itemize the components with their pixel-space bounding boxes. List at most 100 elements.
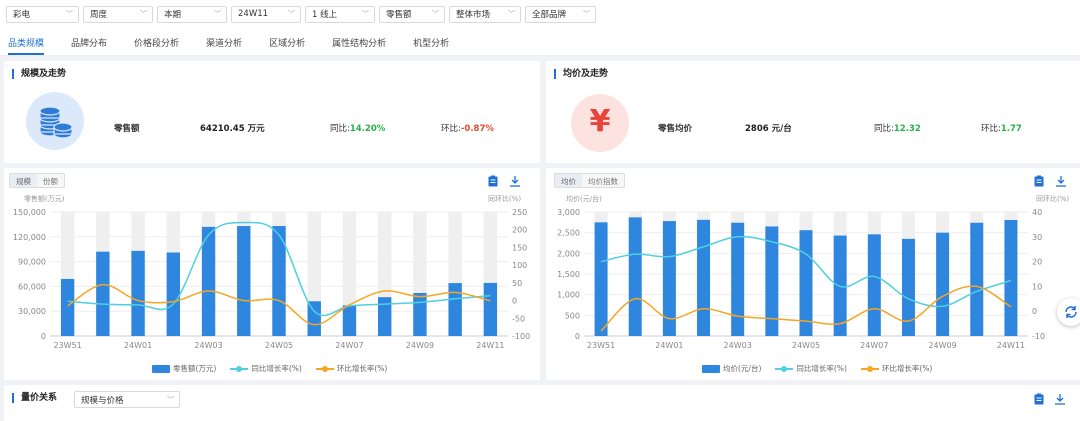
x-tick-label: 23W51 (53, 341, 81, 350)
legend-item-avg-price[interactable]: 均价(元/台) (702, 363, 761, 374)
bar[interactable] (867, 234, 881, 336)
period-type-select[interactable]: 周度 ﹀ (83, 5, 153, 23)
tab-attribute-structure[interactable]: 属性结构分析 (332, 36, 386, 55)
bar[interactable] (628, 217, 642, 336)
legend-swatch (860, 365, 879, 373)
chevron-down-icon: ﹀ (66, 10, 73, 18)
tab-region[interactable]: 区域分析 (269, 36, 305, 55)
y-tick-label: 0 (41, 332, 46, 341)
tab-price-segment[interactable]: 价格段分析 (134, 36, 179, 55)
download-icon[interactable] (1054, 393, 1066, 405)
x-tick-label: 24W05 (265, 341, 293, 350)
period-select[interactable]: 本期 ﹀ (157, 5, 227, 23)
kpi-value: 2806 元/台 (745, 124, 792, 134)
bar[interactable] (413, 293, 427, 336)
analysis-tabs: 品类规模 品牌分布 价格段分析 渠道分析 区域分析 属性结构分析 机型分析 (0, 28, 1080, 56)
price-chart: 0 500 1,000 1,500 2,000 2,500 3,000 -10 0 10 20 30 4… (557, 208, 1045, 350)
chevron-down-icon: ﹀ (288, 10, 295, 18)
price-chart-panel: 均价 均价指数 均价(元/台) 同环比(%) 0 500 1,000 1,500 2,0… (546, 168, 1080, 380)
y-tick-label: 90,000 (18, 258, 46, 267)
week-select[interactable]: 24W11 ﹀ (231, 5, 301, 23)
volume-price-panel: 量价关系 规模与价格 ﹀ (4, 385, 1080, 421)
bar[interactable] (731, 222, 745, 336)
chevron-down-icon: ﹀ (214, 10, 221, 18)
bar[interactable] (131, 250, 145, 336)
bar[interactable] (970, 222, 984, 336)
metric-select[interactable]: 零售额 ﹀ (379, 5, 445, 23)
bar[interactable] (237, 226, 251, 336)
chart-legend: 均价(元/台) 同比增长率(%) 环比增长率(%) (702, 363, 932, 374)
chevron-down-icon: ﹀ (583, 10, 590, 18)
legend-item-sales[interactable]: 零售额(万元) (152, 363, 216, 374)
chevron-down-icon: ﹀ (362, 10, 369, 18)
bar[interactable] (448, 283, 462, 336)
bar[interactable] (936, 232, 950, 336)
section-title: 量价关系 (12, 393, 57, 403)
x-tick-label: 24W03 (724, 341, 752, 350)
section-title: 均价及走势 (554, 69, 608, 79)
y2-tick-label: -100 (512, 332, 530, 341)
legend-item-yoy[interactable]: 同比增长率(%) (230, 363, 302, 374)
y2-tick-label: -50 (512, 314, 525, 323)
bar[interactable] (483, 282, 498, 336)
relation-select[interactable]: 规模与价格 ﹀ (74, 391, 180, 408)
bar[interactable] (697, 219, 711, 336)
y2-tick-label: 50 (512, 279, 522, 288)
filter-bar: 彩电 ﹀ 周度 ﹀ 本期 ﹀ 24W11 ﹀ 1 线上 ﹀ 零售额 ﹀ 整体市场 ﹀ 全部品牌… (0, 0, 1080, 28)
tab-channel[interactable]: 渠道分析 (206, 36, 242, 55)
x-tick-label: 23W51 (587, 341, 615, 350)
channel-select[interactable]: 1 线上 ﹀ (305, 5, 375, 23)
x-tick-label: 24W01 (655, 341, 683, 350)
legend-item-yoy[interactable]: 同比增长率(%) (775, 363, 847, 374)
y2-tick-label: 10 (1032, 282, 1042, 291)
scale-kpi-panel: 规模及走势 零售额 64210.45 万元 同比:14.20% 环比:-0.87… (4, 61, 540, 163)
clipboard-icon[interactable] (1033, 393, 1045, 405)
x-tick-label: 24W07 (335, 341, 363, 350)
refresh-float-button[interactable] (1057, 298, 1080, 326)
y-tick-label: 1,500 (557, 270, 580, 279)
y-tick-label: 500 (565, 311, 580, 320)
refresh-icon (1065, 306, 1077, 318)
y2-tick-label: 200 (512, 226, 527, 235)
bar[interactable] (1004, 220, 1018, 336)
y-tick-label: 1,000 (557, 291, 580, 300)
x-tick-label: 24W09 (406, 341, 434, 350)
y2-tick-label: 0 (512, 297, 517, 306)
bar[interactable] (307, 301, 321, 336)
y2-tick-label: 40 (1032, 208, 1042, 217)
scale-chart-panel: 规模 份额 零售额(万元) 同环比(%) 0 30,000 60,000 90,000… (4, 168, 540, 380)
y2-tick-label: 20 (1032, 258, 1042, 267)
bar[interactable] (377, 297, 392, 336)
bar[interactable] (60, 278, 75, 336)
legend-item-mom[interactable]: 环比增长率(%) (860, 363, 932, 374)
chevron-down-icon: ﹀ (508, 10, 515, 18)
legend-swatch (702, 364, 720, 373)
y-tick-label: 150,000 (13, 208, 46, 217)
y-tick-label: 3,000 (557, 208, 580, 217)
section-title: 规模及走势 (12, 69, 66, 79)
y-tick-label: 2,000 (557, 249, 580, 258)
brand-select[interactable]: 全部品牌 ﹀ (525, 5, 596, 23)
x-tick-label: 24W11 (997, 341, 1025, 350)
yuan-icon: ¥ (571, 94, 629, 152)
y2-tick-label: 150 (512, 243, 527, 252)
tab-category-scale[interactable]: 品类规模 (8, 36, 45, 55)
tab-model[interactable]: 机型分析 (413, 36, 449, 55)
bar[interactable] (342, 305, 357, 336)
kpi-value: 64210.45 万元 (200, 124, 265, 134)
tab-brand-distribution[interactable]: 品牌分布 (71, 36, 107, 55)
kpi-label: 零售额 (114, 124, 140, 134)
legend-swatch (230, 365, 249, 373)
price-kpi-panel: 均价及走势 ¥ 零售均价 2806 元/台 同比:12.32 环比:1.77 (546, 61, 1080, 163)
x-tick-label: 24W03 (194, 341, 222, 350)
y-tick-label: 0 (575, 332, 580, 341)
category-select[interactable]: 彩电 ﹀ (6, 5, 79, 23)
bar[interactable] (166, 252, 181, 336)
bar[interactable] (96, 251, 110, 336)
market-select[interactable]: 整体市场 ﹀ (449, 5, 521, 23)
bar[interactable] (594, 222, 608, 336)
legend-swatch (315, 365, 334, 373)
legend-item-mom[interactable]: 环比增长率(%) (315, 363, 387, 374)
x-tick-label: 24W05 (792, 341, 820, 350)
chevron-down-icon: ﹀ (432, 10, 439, 18)
